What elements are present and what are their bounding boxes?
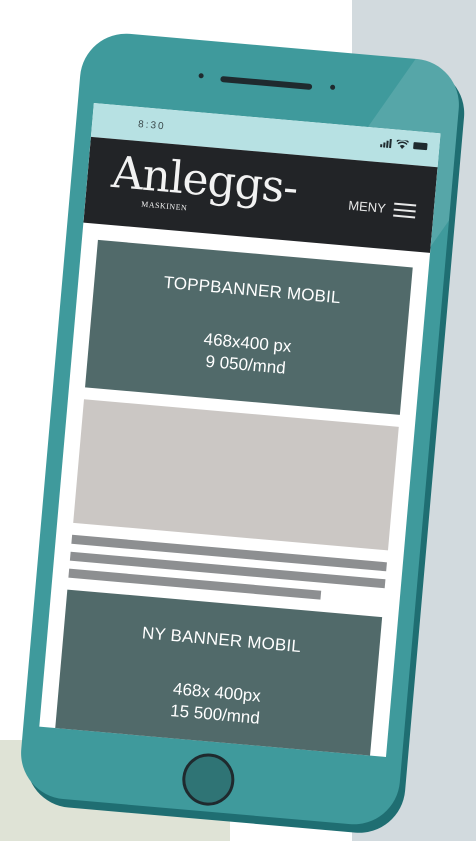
phone-body: 8:30 Anleggs- MASKINEN MENY TOPPBANNER M… [17,29,463,829]
site-logo[interactable]: Anleggs- [110,147,300,214]
phone-screen: 8:30 Anleggs- MASKINEN MENY TOPPBANNER M… [39,103,441,757]
article-image-placeholder [73,399,399,551]
speaker-grille [220,75,313,90]
top-banner-slot[interactable]: TOPPBANNER MOBIL 468x400 px 9 050/mnd [85,239,413,415]
status-time: 8:30 [137,118,166,133]
phone-mockup: 8:30 Anleggs- MASKINEN MENY TOPPBANNER M… [17,29,469,837]
signal-icon [380,138,392,149]
sensor-dot [198,73,204,79]
new-banner-slot[interactable]: NY BANNER MOBIL 468x 400px 15 500/mnd [52,589,383,757]
home-button[interactable] [180,751,237,808]
wifi-icon [396,139,409,150]
hamburger-menu-icon [393,202,417,218]
menu-button[interactable]: MENY [348,198,417,219]
battery-icon [413,142,428,151]
page-content: TOPPBANNER MOBIL 468x400 px 9 050/mnd NY… [39,223,430,757]
camera-dot [329,84,336,90]
menu-label: MENY [347,197,387,216]
status-icons [380,138,428,151]
banner-title: TOPPBANNER MOBIL [162,272,342,308]
